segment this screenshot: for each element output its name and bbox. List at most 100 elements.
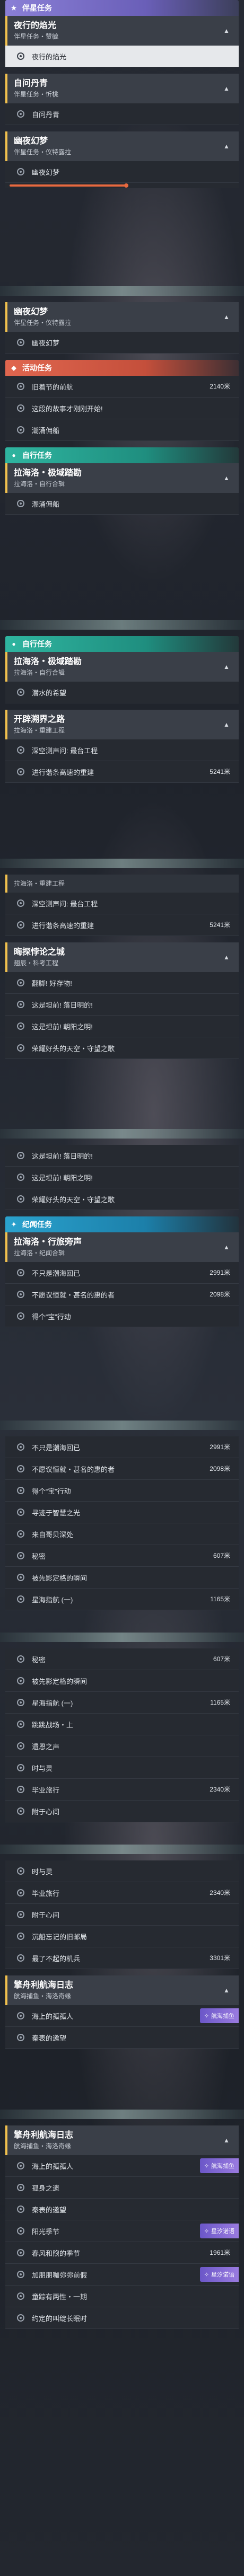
quest-card[interactable]: 夜行的焰光 伴星任务・赞毓 ▲ [5,16,239,46]
sub-quest-row[interactable]: 这是坦前! 落日明的! [5,1145,239,1167]
chevron-up-icon[interactable]: ▲ [221,83,232,94]
category-header-side[interactable]: ● 自行任务 [5,636,239,652]
quest-bullet-icon [17,2314,24,2322]
sub-quest-row[interactable]: 深空测声问: 最台工程 [5,893,239,914]
sub-quest-row[interactable]: 进行谐条高速的重建 5241米 [5,761,239,783]
sub-quest-label: 进行谐条高速的重建 [32,768,94,777]
quest-card[interactable]: 拉海洛・行旅旁声 拉海洛・纪闻合辑 ▲ [5,1232,239,1262]
quest-card[interactable]: 幽夜幻梦 伴星任务・仪特露拉 ▲ [5,131,239,161]
sub-quest-row[interactable]: 潮涌佣船 [5,419,239,441]
sub-quest-row[interactable]: 星海指航 (一) 1165米 [5,1589,239,1610]
chevron-up-icon[interactable]: ▲ [221,2134,232,2146]
sub-quest-row[interactable]: 不只是潮海回已 2991米 [5,1262,239,1284]
quest-bullet-icon [17,1152,24,1159]
sub-quest-row[interactable]: 荣耀好头的天空・守望之歌 [5,1188,239,1210]
sub-quest-row[interactable]: 得个“宝”行动 [5,1305,239,1327]
sub-quest-row[interactable]: 跳跳战场・上 [5,1714,239,1735]
sub-quest-row[interactable]: 星海指航 (一) 1165米 [5,1692,239,1714]
sub-quest-row[interactable]: 秘密 607米 [5,1545,239,1567]
sub-quest-row[interactable]: 秘密 607米 [5,1648,239,1670]
chevron-up-icon[interactable]: ▲ [221,25,232,37]
sub-quest-row[interactable]: 最了不起的机兵 3301米 [5,1947,239,1969]
sub-quest-row[interactable]: 夜行的焰光 [5,46,239,67]
quest-card[interactable]: 擎舟利航海日志 航海捕鱼・海洛奇缘 ▲ [5,1975,239,2005]
chevron-up-icon[interactable]: ▲ [221,1984,232,1996]
sub-quest-row[interactable]: 海上的孤孤人 ✧ 航海捕鱼 [5,2155,239,2177]
quest-title: 拉海洛・极域踏勘 [14,657,82,666]
quest-bullet-icon [17,1022,24,1030]
chevron-up-icon[interactable]: ▲ [221,1241,232,1253]
screenshot-divider [0,1421,244,1430]
chevron-up-icon[interactable]: ▲ [221,951,232,963]
quest-card[interactable]: 拉海洛・极域踏勘 拉海洛・自行合辑 ▲ [5,652,239,682]
sub-quest-row[interactable]: 海上的孤孤人 ✧ 航海捕鱼 [5,2005,239,2027]
quest-bullet-icon [17,1867,24,1875]
sub-quest-row[interactable]: 来自哥贝深处 [5,1523,239,1545]
category-header-event[interactable]: ◆ 活动任务 [5,360,239,376]
category-label: 自行任务 [22,451,52,460]
sub-quest-row[interactable]: 童踪有两性・一期 [5,2286,239,2307]
sub-quest-label: 自问丹青 [32,110,60,119]
sub-quest-row[interactable]: 潜水的希望 [5,682,239,703]
sub-quest-row[interactable]: 自问丹青 [5,103,239,125]
event-icon: ◆ [11,364,16,372]
sub-quest-row[interactable]: 附于心间 [5,1801,239,1822]
sub-quest-label: 得个“宝”行动 [32,1487,71,1495]
quest-card[interactable]: 拉海洛・重建工程 [5,875,239,893]
sub-quest-row[interactable]: 寻迹于智慧之光 [5,1502,239,1523]
sub-quest-row[interactable]: 得个“宝”行动 [5,1480,239,1502]
sub-quest-row[interactable]: 秦表的邀望 [5,2027,239,2049]
quest-card[interactable]: 晦探悖论之城 翘辰・科考工程 ▲ [5,942,239,972]
chevron-up-icon[interactable]: ▲ [221,661,232,673]
category-header-main[interactable]: ★ 伴星任务 [5,0,239,16]
sub-quest-row[interactable]: 沉船忘记的旧邮局 [5,1926,239,1947]
sub-quest-row[interactable]: 旧着节的前航 2140米 [5,376,239,398]
sub-quest-row[interactable]: 遗恩之声 [5,1735,239,1757]
sub-quest-row[interactable]: 阳光季节 ✧ 星汐诺语 [5,2220,239,2242]
sub-quest-row[interactable]: 不愿议恒就・甚名的惠的者 2098米 [5,1458,239,1480]
sub-quest-label: 秘密 [32,1655,46,1664]
sub-quest-row[interactable]: 秦表的邀望 [5,2199,239,2220]
quest-card[interactable]: 擎舟利航海日志 航海捕鱼・海洛奇缘 ▲ [5,2125,239,2155]
sub-quest-row[interactable]: 进行谐条高速的重建 5241米 [5,914,239,936]
sub-quest-row[interactable]: 不只是潮海回已 2991米 [5,1436,239,1458]
sub-quest-row[interactable]: 毕业旅行 2340米 [5,1882,239,1904]
chevron-up-icon[interactable]: ▲ [221,719,232,730]
quest-panel-legend: 这是坦前! 落日明的! 这是坦前! 朝阳之明! 荣耀好头的天空・守望之歌 ✦ 纪… [5,1145,239,1327]
quest-card[interactable]: 幽夜幻梦 伴星任务・仪特露拉 ▲ [5,302,239,332]
quest-subtitle: 拉海洛・自行合辑 [14,480,65,488]
sub-quest-row[interactable]: 翻脚! 好存物! [5,972,239,994]
sub-quest-row[interactable]: 幽夜幻梦 [5,332,239,354]
sub-quest-row[interactable]: 春风和煦的季节 1961米 [5,2242,239,2264]
chevron-up-icon[interactable]: ▲ [221,472,232,484]
category-header-side[interactable]: ● 自行任务 [5,447,239,463]
quest-title: 夜行的焰光 [14,21,57,30]
sub-quest-row[interactable]: 荣耀好头的天空・守望之歌 [5,1037,239,1059]
quest-bullet-icon [17,1465,24,1472]
sub-quest-row[interactable]: 附于心间 [5,1904,239,1926]
sub-quest-row[interactable]: 这是坦前! 朝阳之明! [5,1167,239,1188]
sub-quest-row[interactable]: 孤身之遗 [5,2177,239,2199]
chevron-up-icon[interactable]: ▲ [221,311,232,323]
sub-quest-row[interactable]: 不愿议恒就・甚名的惠的者 2098米 [5,1284,239,1305]
sub-quest-row[interactable]: 加朋朋咖弥弥前假 ✧ 星汐诺语 [5,2264,239,2286]
sub-quest-row[interactable]: 幽夜幻梦 [5,161,239,183]
sub-quest-row[interactable]: 深空测声问: 最台工程 [5,739,239,761]
sub-quest-row[interactable]: 约定的叫绽长眠时 [5,2307,239,2329]
sub-quest-row[interactable]: 被先影定格的瞬间 [5,1670,239,1692]
category-header-legend[interactable]: ✦ 纪闻任务 [5,1216,239,1232]
sub-quest-row[interactable]: 时与灵 [5,1860,239,1882]
constellation-icon: ✧ [204,2013,209,2019]
sub-quest-row[interactable]: 这是坦前! 落日明的! [5,994,239,1016]
sub-quest-row[interactable]: 这是坦前! 朝阳之明! [5,1016,239,1037]
sub-quest-row[interactable]: 被先影定格的瞬间 [5,1567,239,1589]
quest-card[interactable]: 拉海洛・极域踏勘 拉海洛・自行合辑 ▲ [5,463,239,493]
chevron-up-icon[interactable]: ▲ [221,140,232,152]
sub-quest-row[interactable]: 潮涌佣船 [5,493,239,515]
sub-quest-row[interactable]: 毕业旅行 2340米 [5,1779,239,1801]
quest-card[interactable]: 开辟溯界之路 拉海洛・重建工程 ▲ [5,710,239,739]
screenshot-divider [0,620,244,630]
sub-quest-row[interactable]: 时与灵 [5,1757,239,1779]
quest-card[interactable]: 自问丹青 伴星任务・忻桃 ▲ [5,74,239,103]
sub-quest-row[interactable]: 这段的故事才刚刚开始! [5,398,239,419]
